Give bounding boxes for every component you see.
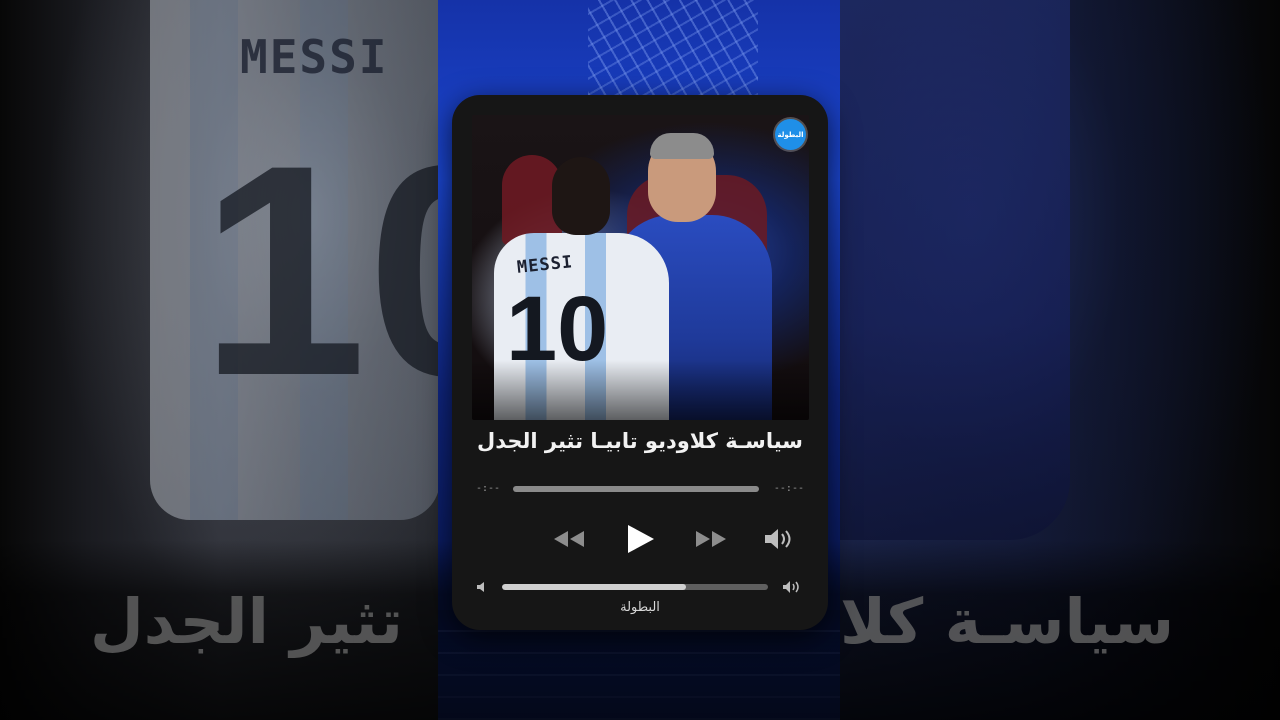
track-title: سياسـة كلاوديو تابيـا تثير الجدل [477,429,803,453]
fast-forward-icon [696,531,726,547]
playback-controls [452,520,828,558]
volume-slider[interactable] [502,584,768,590]
fast-forward-button[interactable] [692,520,730,558]
remaining-time: --:-- [773,483,804,494]
rewind-icon [554,531,584,547]
background-caption-right: سياسـة كلا [840,585,1175,658]
background-caption-left: تثير الجدل [90,585,403,658]
video-frame: MESSI 10 تثير الجدل سياسـة كلا MESSI 10 … [0,0,1280,720]
player-head [552,157,610,235]
channel-logo-badge: البطولة [775,119,806,150]
source-label: البطولة [620,600,660,615]
volume-low-icon [477,582,484,592]
music-player-card: MESSI 10 البطولة سياسـة كلاوديو تابيـا ت… [452,95,828,630]
rewind-button[interactable] [550,520,588,558]
volume-button[interactable] [762,520,798,558]
progress-bar[interactable] [513,486,759,492]
playback-timeline: -:-- --:-- [476,483,804,497]
volume-icon [765,529,791,549]
volume-row [476,579,804,595]
elapsed-time: -:-- [476,483,501,494]
play-icon [628,525,654,553]
volume-high-icon [783,581,799,593]
cover-artwork: MESSI 10 البطولة [472,115,809,420]
smiling-man-head [648,133,716,222]
volume-slider-fill [502,584,686,590]
background-jersey-name: MESSI [240,30,389,84]
play-button[interactable] [620,520,660,558]
